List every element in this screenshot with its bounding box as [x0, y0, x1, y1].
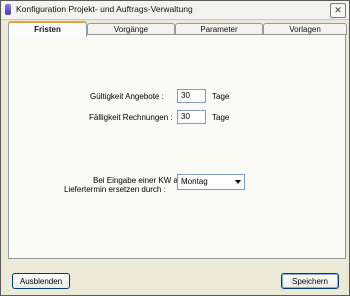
save-button[interactable]: Speichern	[281, 273, 339, 289]
tab-panel-fristen: Gültigkeit Angebote : 30 Tage Fälligkeit…	[8, 34, 346, 259]
chevron-down-icon[interactable]	[235, 180, 241, 184]
faelligkeit-input[interactable]: 30	[177, 110, 206, 124]
title-bar[interactable]: Konfiguration Projekt- und Auftrags-Verw…	[1, 1, 349, 20]
hide-button[interactable]: Ausblenden	[12, 273, 70, 289]
tab-strip: Fristen Vorgänge Parameter Vorlagen	[8, 21, 347, 37]
kw-label-line1: Bei Eingabe einer KW als	[93, 176, 184, 185]
gueltigkeit-unit: Tage	[212, 92, 230, 101]
tab-fristen[interactable]: Fristen	[8, 21, 87, 37]
config-window: Konfiguration Projekt- und Auftrags-Verw…	[0, 0, 350, 296]
app-icon	[5, 4, 11, 15]
faelligkeit-label: Fälligkeit Rechnungen :	[89, 113, 173, 122]
kw-selected-value: Montag	[181, 177, 208, 186]
close-button[interactable]: ✕	[330, 3, 346, 18]
gueltigkeit-label: Gültigkeit Angebote :	[90, 92, 164, 101]
gueltigkeit-input[interactable]: 30	[177, 89, 206, 103]
kw-label-line2: Liefertermin ersetzen durch :	[64, 185, 166, 194]
kw-replacement-select[interactable]: Montag	[177, 174, 245, 190]
window-title: Konfiguration Projekt- und Auftrags-Verw…	[16, 4, 193, 14]
faelligkeit-unit: Tage	[212, 113, 230, 122]
